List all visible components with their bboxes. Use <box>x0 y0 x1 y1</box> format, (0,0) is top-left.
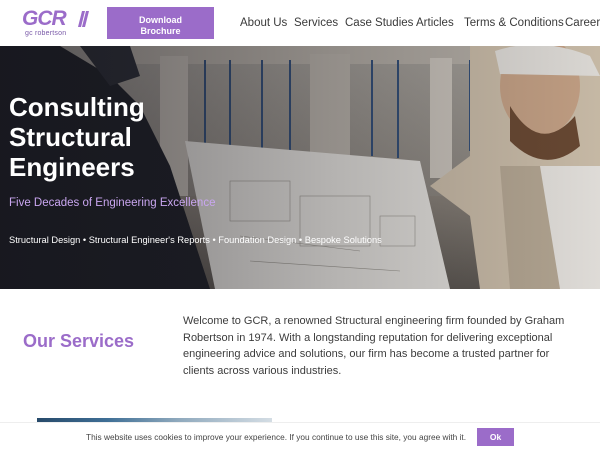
nav-services[interactable]: Services <box>294 17 338 29</box>
logo-subtitle: gc robertson <box>25 30 67 37</box>
hero-services-list: Structural Design • Structural Engineer'… <box>9 235 382 245</box>
cookie-banner: This website uses cookies to improve you… <box>0 422 600 450</box>
brochure-label-line2: Brochure <box>140 25 181 36</box>
download-brochure-button[interactable]: Download Brochure <box>107 7 214 39</box>
nav-terms-conditions[interactable]: Terms & Conditions <box>464 17 564 29</box>
logo-bars-icon <box>78 11 89 27</box>
nav-articles[interactable]: Articles <box>416 17 454 29</box>
hero-title-line1: Consulting <box>9 92 145 122</box>
logo-mark: GCR <box>22 7 67 30</box>
gcr-logo[interactable]: GCR gc robertson <box>22 8 94 38</box>
nav-about-us[interactable]: About Us <box>240 17 287 29</box>
our-services-heading: Our Services <box>23 331 135 351</box>
hero-subtitle: Five Decades of Engineering Excellence <box>9 197 216 209</box>
hero-title-line3: Engineers <box>9 152 135 182</box>
welcome-paragraph: Welcome to GCR, a renowned Structural en… <box>183 315 565 377</box>
hero-banner: Consulting Structural Engineers Five Dec… <box>0 46 600 289</box>
cookie-message: This website uses cookies to improve you… <box>86 432 467 442</box>
cookie-ok-button[interactable]: Ok <box>477 428 514 446</box>
hero-title: Consulting Structural Engineers <box>9 92 249 182</box>
nav-case-studies[interactable]: Case Studies <box>345 17 413 29</box>
nav-careers[interactable]: Careers <box>565 17 600 29</box>
site-header: GCR gc robertson Download Brochure About… <box>0 0 600 46</box>
hero-title-line2: Structural <box>9 122 132 152</box>
brochure-label-line1: Download <box>139 14 182 25</box>
